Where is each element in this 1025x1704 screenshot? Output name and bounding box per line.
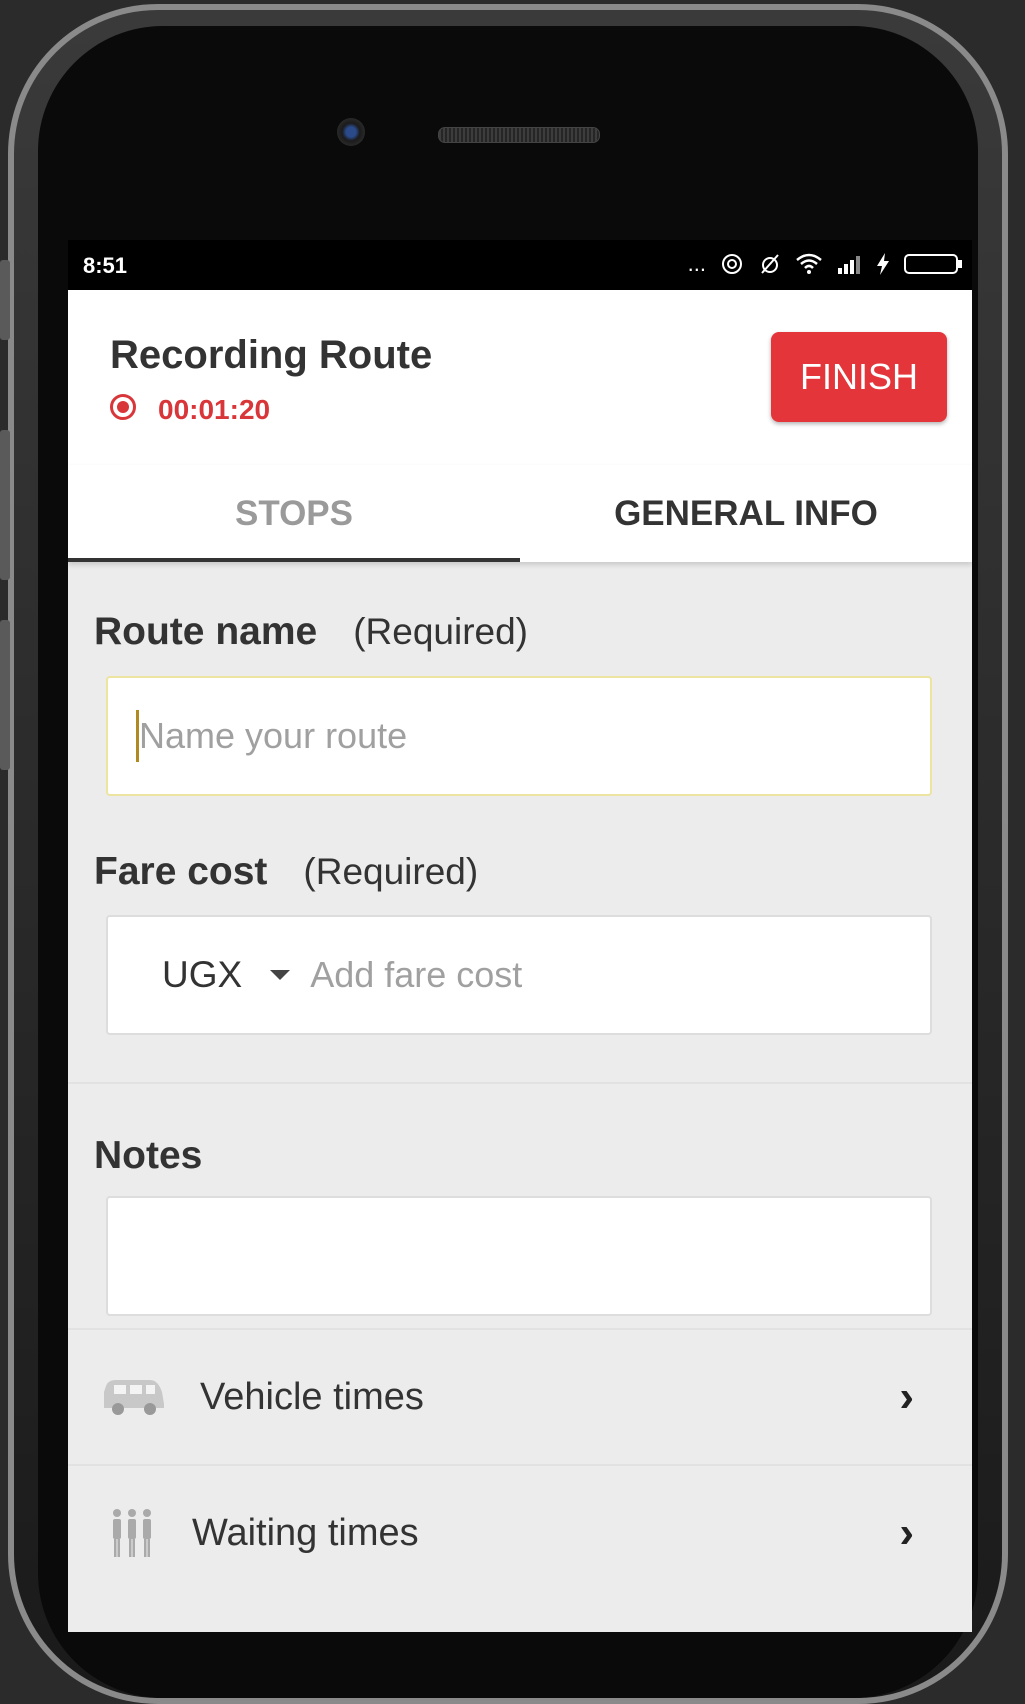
recording-icon bbox=[110, 394, 136, 420]
status-time: 8:51 bbox=[83, 253, 128, 278]
hotspot-icon bbox=[722, 254, 742, 274]
list-item-vehicle-times[interactable]: Vehicle times › bbox=[68, 1330, 972, 1464]
vehicle-times-label: Vehicle times bbox=[200, 1375, 424, 1418]
notes-label: Notes bbox=[94, 1134, 203, 1177]
tab-stops[interactable]: STOPS bbox=[68, 465, 520, 562]
fare-cost-input[interactable]: Add fare cost bbox=[310, 954, 522, 996]
more-icon: ... bbox=[687, 251, 706, 276]
chevron-right-icon: › bbox=[899, 1508, 914, 1557]
fare-cost-field: UGX Add fare cost bbox=[106, 915, 932, 1035]
list-item-waiting-times[interactable]: Waiting times › bbox=[68, 1466, 972, 1600]
fare-cost-label: Fare cost (Required) bbox=[94, 850, 478, 894]
volume-up-button bbox=[0, 430, 10, 580]
front-camera bbox=[337, 118, 365, 146]
tab-general-info[interactable]: GENERAL INFO bbox=[520, 465, 972, 562]
charging-icon bbox=[877, 253, 889, 275]
tab-indicator bbox=[68, 558, 520, 562]
tab-bar: STOPS GENERAL INFO bbox=[68, 465, 972, 562]
currency-select[interactable]: UGX bbox=[162, 954, 242, 996]
chevron-down-icon[interactable] bbox=[270, 970, 291, 980]
status-bar: 8:51 ... bbox=[68, 240, 972, 290]
van-icon bbox=[104, 1380, 164, 1415]
battery-icon bbox=[904, 254, 962, 274]
people-icon bbox=[113, 1509, 151, 1557]
route-name-required: (Required) bbox=[353, 611, 528, 652]
notes-input[interactable] bbox=[106, 1196, 932, 1316]
volume-down-button bbox=[0, 620, 10, 770]
app-header: Recording Route 00:01:20 FINISH bbox=[68, 290, 972, 465]
chevron-right-icon: › bbox=[899, 1372, 914, 1421]
fare-cost-required: (Required) bbox=[303, 851, 479, 892]
route-name-placeholder: Name your route bbox=[139, 715, 408, 756]
page-title: Recording Route bbox=[110, 333, 433, 377]
status-icons: ... bbox=[687, 251, 962, 277]
recording-timer: 00:01:20 bbox=[158, 394, 271, 425]
fare-cost-label-text: Fare cost bbox=[94, 850, 268, 893]
earpiece-speaker bbox=[438, 127, 600, 143]
app-screen: 8:51 ... Recording Route 00:01:20 FINISH… bbox=[68, 240, 972, 1632]
alarm-off-icon bbox=[761, 254, 779, 274]
wifi-icon bbox=[796, 253, 822, 274]
finish-button[interactable]: FINISH bbox=[771, 332, 947, 422]
route-name-label: Route name (Required) bbox=[94, 610, 528, 654]
route-name-input[interactable]: Name your route bbox=[106, 676, 932, 796]
side-button bbox=[0, 260, 10, 340]
waiting-times-label: Waiting times bbox=[192, 1511, 419, 1554]
route-name-label-text: Route name bbox=[94, 610, 318, 653]
signal-icon bbox=[838, 256, 860, 274]
section-divider bbox=[68, 1082, 972, 1084]
